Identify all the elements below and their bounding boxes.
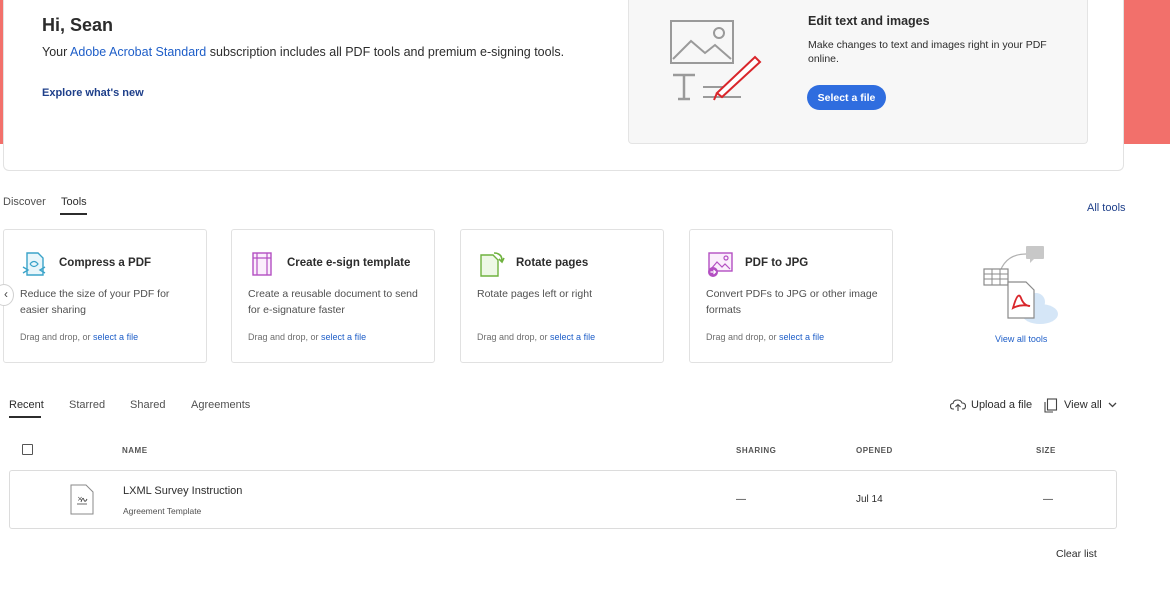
tool-title: Create e-sign template	[287, 257, 411, 269]
file-opened: Jul 14	[856, 494, 883, 505]
all-tools-link[interactable]: All tools	[1087, 202, 1126, 214]
drag-drop-hint: Drag and drop, or select a file	[477, 332, 596, 342]
promo-description: Make changes to text and images right in…	[808, 39, 1047, 65]
greeting: Hi, Sean	[42, 15, 114, 35]
view-all-label: View all	[1064, 399, 1102, 411]
view-all-dropdown[interactable]: View all	[1043, 397, 1117, 413]
drag-drop-hint: Drag and drop, or select a file	[248, 332, 367, 342]
tool-description: Reduce the size of your PDF for easier s…	[20, 288, 170, 316]
drag-drop-hint: Drag and drop, or select a file	[706, 332, 825, 342]
column-header-opened[interactable]: OPENED	[856, 446, 893, 455]
tool-card-compress[interactable]: Compress a PDF Reduce the size of your P…	[3, 229, 207, 363]
tool-description: Rotate pages left or right	[477, 288, 592, 300]
cloud-upload-icon	[950, 399, 966, 411]
table-row[interactable]: × LXML Survey Instruction Agreement Temp…	[9, 470, 1117, 529]
tool-card-pdf-to-jpg[interactable]: PDF to JPG Convert PDFs to JPG or other …	[689, 229, 893, 363]
select-file-link[interactable]: select a file	[550, 332, 595, 342]
explore-whats-new-link[interactable]: Explore what's new	[42, 87, 144, 99]
tool-title: Compress a PDF	[59, 257, 152, 269]
file-size: —	[1043, 494, 1053, 505]
select-file-button[interactable]: Select a file	[807, 85, 886, 110]
compress-icon	[22, 252, 46, 276]
column-header-name[interactable]: NAME	[122, 446, 148, 455]
select-file-link[interactable]: select a file	[93, 332, 138, 342]
tab-recent-underline	[9, 416, 41, 418]
all-tools-illustration-icon	[983, 246, 1058, 324]
tool-card-esign-template[interactable]: Create e-sign template Create a reusable…	[231, 229, 435, 363]
column-header-size[interactable]: SIZE	[1036, 446, 1056, 455]
tab-discover[interactable]: Discover	[3, 196, 46, 208]
file-sharing: —	[736, 494, 746, 505]
column-header-sharing[interactable]: SHARING	[736, 446, 776, 455]
file-name: LXML Survey Instruction	[123, 485, 243, 497]
rotate-icon	[480, 252, 505, 277]
clear-list-button[interactable]: Clear list	[1056, 548, 1097, 560]
tab-shared[interactable]: Shared	[130, 399, 165, 411]
tool-description: Create a reusable document to send for e…	[248, 288, 418, 316]
image-convert-icon	[708, 252, 733, 277]
tab-tools-underline	[60, 213, 87, 215]
view-all-tools-link[interactable]: View all tools	[995, 334, 1047, 344]
subscription-text: Your Adobe Acrobat Standard subscription…	[42, 45, 565, 59]
tab-tools[interactable]: Tools	[61, 196, 87, 208]
copy-files-icon	[1044, 397, 1058, 413]
tab-starred[interactable]: Starred	[69, 399, 105, 411]
tab-recent[interactable]: Recent	[9, 399, 44, 411]
chevron-down-icon	[1108, 402, 1117, 408]
select-all-checkbox[interactable]	[22, 444, 33, 455]
tab-agreements[interactable]: Agreements	[191, 399, 250, 411]
template-icon	[252, 252, 272, 276]
edit-promo-card: Edit text and images Make changes to tex…	[628, 0, 1088, 144]
upload-file-label: Upload a file	[971, 399, 1033, 411]
tool-card-rotate[interactable]: Rotate pages Rotate pages left or right …	[460, 229, 664, 363]
subscription-link[interactable]: Adobe Acrobat Standard	[70, 45, 206, 59]
edit-text-images-illustration-icon	[670, 20, 762, 101]
agreement-template-file-icon: ×	[70, 484, 94, 515]
select-file-link[interactable]: select a file	[321, 332, 366, 342]
file-type: Agreement Template	[123, 506, 202, 516]
tool-title: Rotate pages	[516, 257, 589, 269]
tool-description: Convert PDFs to JPG or other image forma…	[706, 288, 878, 316]
promo-title: Edit text and images	[808, 14, 930, 28]
select-file-link[interactable]: select a file	[779, 332, 824, 342]
drag-drop-hint: Drag and drop, or select a file	[20, 332, 139, 342]
tool-title: PDF to JPG	[745, 257, 809, 269]
upload-file-button[interactable]: Upload a file	[950, 397, 1032, 413]
